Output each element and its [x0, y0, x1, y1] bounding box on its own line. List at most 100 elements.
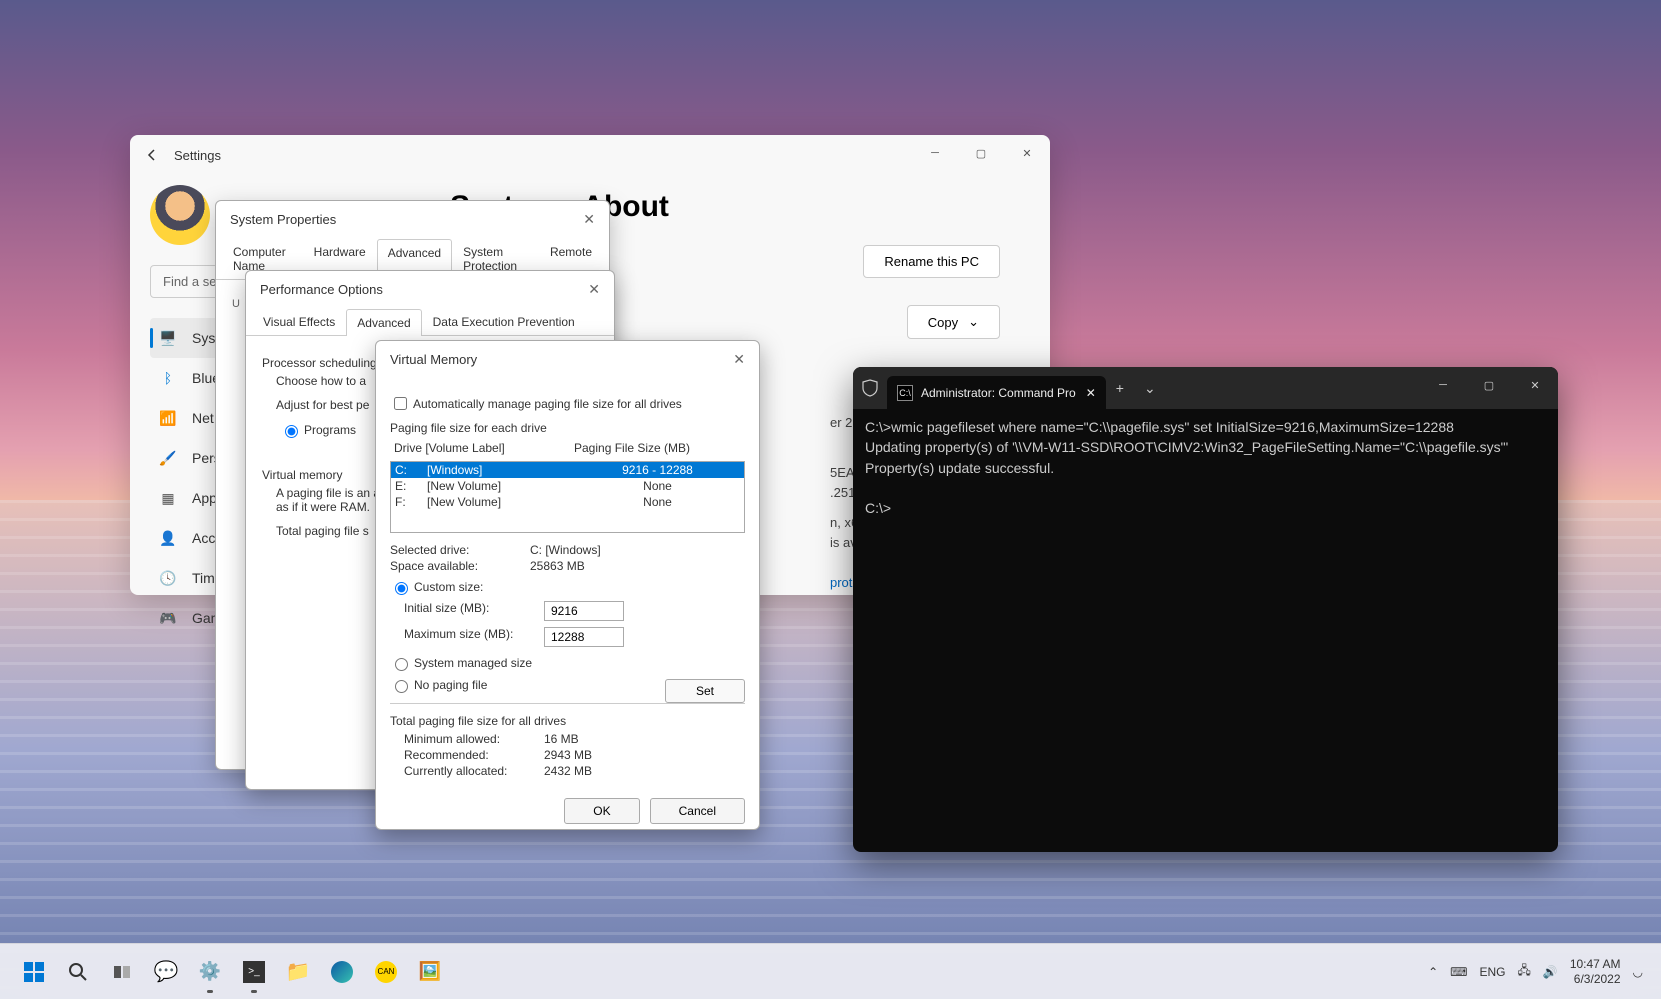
task-view-button[interactable]	[105, 955, 139, 989]
rename-pc-button[interactable]: Rename this PC	[863, 245, 1000, 278]
system-tray: ⌃ ⌨ ENG 🖧 🔊 10:47 AM 6/3/2022 ◡	[1428, 957, 1649, 986]
language-indicator[interactable]: ENG	[1479, 965, 1505, 979]
edge-button[interactable]	[325, 955, 359, 989]
custom-size-label: Custom size:	[414, 580, 483, 594]
terminal-close-button[interactable]: ✕	[1512, 367, 1558, 403]
windows-icon	[22, 960, 46, 984]
keyboard-icon[interactable]: ⌨	[1450, 965, 1467, 979]
task-view-icon	[112, 962, 132, 982]
gear-icon: ⚙️	[199, 961, 221, 982]
programs-label: Programs	[304, 423, 356, 437]
each-drive-label: Paging file size for each drive	[390, 421, 745, 435]
settings-taskbar-button[interactable]: ⚙️	[193, 955, 227, 989]
nav-icon: ᛒ	[158, 368, 178, 388]
tab-close-icon[interactable]: ✕	[1086, 386, 1096, 400]
space-available-label: Space available:	[390, 559, 530, 573]
maximum-size-label: Maximum size (MB):	[404, 627, 544, 647]
close-icon[interactable]: ✕	[588, 281, 600, 298]
new-tab-button[interactable]: +	[1106, 380, 1134, 396]
canary-icon: CAN	[375, 961, 397, 983]
network-icon[interactable]: 🖧	[1517, 961, 1530, 982]
tab-dep[interactable]: Data Execution Prevention	[422, 308, 586, 335]
custom-size-radio-row[interactable]: Custom size:	[390, 579, 745, 595]
system-managed-label: System managed size	[414, 656, 532, 670]
maximize-button[interactable]: ▢	[958, 135, 1004, 171]
close-button[interactable]: ✕	[1004, 135, 1050, 171]
drive-list[interactable]: C:[Windows]9216 - 12288E:[New Volume]Non…	[390, 461, 745, 533]
tab-dropdown-button[interactable]: ⌄	[1134, 380, 1166, 397]
user-avatar[interactable]	[150, 185, 210, 245]
clock-date: 6/3/2022	[1570, 972, 1621, 986]
terminal-output[interactable]: C:\>wmic pagefileset where name="C:\\pag…	[853, 409, 1558, 526]
chevron-down-icon: ⌄	[968, 314, 979, 330]
image-icon: 🖼️	[419, 961, 441, 982]
terminal-minimize-button[interactable]: ─	[1420, 367, 1466, 403]
drive-row[interactable]: F:[New Volume]None	[391, 494, 744, 510]
terminal-taskbar-button[interactable]: >_	[237, 955, 271, 989]
drive-list-header: Drive [Volume Label] Paging File Size (M…	[390, 439, 745, 457]
notifications-icon[interactable]: ◡	[1633, 965, 1649, 979]
clock[interactable]: 10:47 AM 6/3/2022	[1570, 957, 1621, 986]
copy-label: Copy	[928, 315, 958, 330]
tray-overflow-icon[interactable]: ⌃	[1428, 965, 1438, 979]
terminal-tab[interactable]: C:\ Administrator: Command Pro ✕	[887, 376, 1106, 409]
minimize-button[interactable]: ─	[912, 135, 958, 171]
close-icon[interactable]: ✕	[733, 351, 745, 368]
nav-icon: 🎮	[158, 608, 178, 628]
perfopts-title: Performance Options	[260, 282, 383, 297]
auto-manage-checkbox-row[interactable]: Automatically manage paging file size fo…	[390, 394, 745, 413]
terminal-window: C:\ Administrator: Command Pro ✕ + ⌄ ─ ▢…	[853, 367, 1558, 852]
tab-visual-effects[interactable]: Visual Effects	[252, 308, 346, 335]
terminal-maximize-button[interactable]: ▢	[1466, 367, 1512, 403]
nav-icon: ▦	[158, 488, 178, 508]
drive-row[interactable]: C:[Windows]9216 - 12288	[391, 462, 744, 478]
cmd-icon: C:\	[897, 385, 913, 401]
chat-button[interactable]: 💬	[149, 955, 183, 989]
auto-manage-label: Automatically manage paging file size fo…	[413, 397, 682, 411]
space-available-value: 25863 MB	[530, 559, 585, 573]
taskbar: 💬 ⚙️ >_ 📁 CAN 🖼️ ⌃ ⌨ ENG 🖧 🔊 10:47 AM 6/…	[0, 943, 1661, 999]
start-button[interactable]	[17, 955, 51, 989]
terminal-icon: >_	[243, 961, 265, 983]
totals-label: Total paging file size for all drives	[390, 714, 745, 728]
terminal-tab-title: Administrator: Command Pro	[921, 386, 1076, 400]
system-managed-radio-row[interactable]: System managed size	[390, 655, 745, 671]
min-allowed-label: Minimum allowed:	[404, 732, 544, 746]
auto-manage-checkbox[interactable]	[394, 397, 407, 410]
system-managed-radio[interactable]	[395, 658, 408, 671]
canary-button[interactable]: CAN	[369, 955, 403, 989]
custom-size-radio[interactable]	[395, 582, 408, 595]
recommended-value: 2943 MB	[544, 748, 592, 762]
desktop-wallpaper: Settings ─ ▢ ✕ Find a set 🖥️SystᛒBlue📶Ne…	[0, 0, 1661, 999]
version-fragment: .251	[830, 485, 855, 500]
nav-icon: 🖥️	[158, 328, 178, 348]
vmem-ok-button[interactable]: OK	[564, 798, 639, 824]
currently-allocated-label: Currently allocated:	[404, 764, 544, 778]
nav-icon: 📶	[158, 408, 178, 428]
terminal-titlebar: C:\ Administrator: Command Pro ✕ + ⌄ ─ ▢…	[853, 367, 1558, 409]
programs-radio-input[interactable]	[285, 425, 298, 438]
initial-size-label: Initial size (MB):	[404, 601, 544, 621]
vmem-titlebar: Virtual Memory ✕	[376, 341, 759, 378]
explorer-button[interactable]: 📁	[281, 955, 315, 989]
search-button[interactable]	[61, 955, 95, 989]
no-paging-radio[interactable]	[395, 680, 408, 693]
selected-drive-value: C: [Windows]	[530, 543, 601, 557]
maximum-size-input[interactable]	[544, 627, 624, 647]
tab-advanced[interactable]: Advanced	[346, 309, 421, 336]
vmem-cancel-button[interactable]: Cancel	[650, 798, 745, 824]
set-button[interactable]: Set	[665, 679, 745, 703]
sysprops-title: System Properties	[230, 212, 336, 227]
back-button[interactable]	[140, 143, 164, 167]
image-app-button[interactable]: 🖼️	[413, 955, 447, 989]
volume-icon[interactable]: 🔊	[1543, 965, 1558, 979]
shield-icon	[861, 379, 879, 397]
drive-header-col: Drive [Volume Label]	[394, 441, 574, 455]
initial-size-input[interactable]	[544, 601, 624, 621]
copy-button[interactable]: Copy ⌄	[907, 305, 1000, 339]
nav-item-label: App	[192, 490, 217, 506]
drive-row[interactable]: E:[New Volume]None	[391, 478, 744, 494]
nav-icon: 🕓	[158, 568, 178, 588]
nav-item-label: Net	[192, 410, 214, 426]
close-icon[interactable]: ✕	[583, 211, 595, 228]
